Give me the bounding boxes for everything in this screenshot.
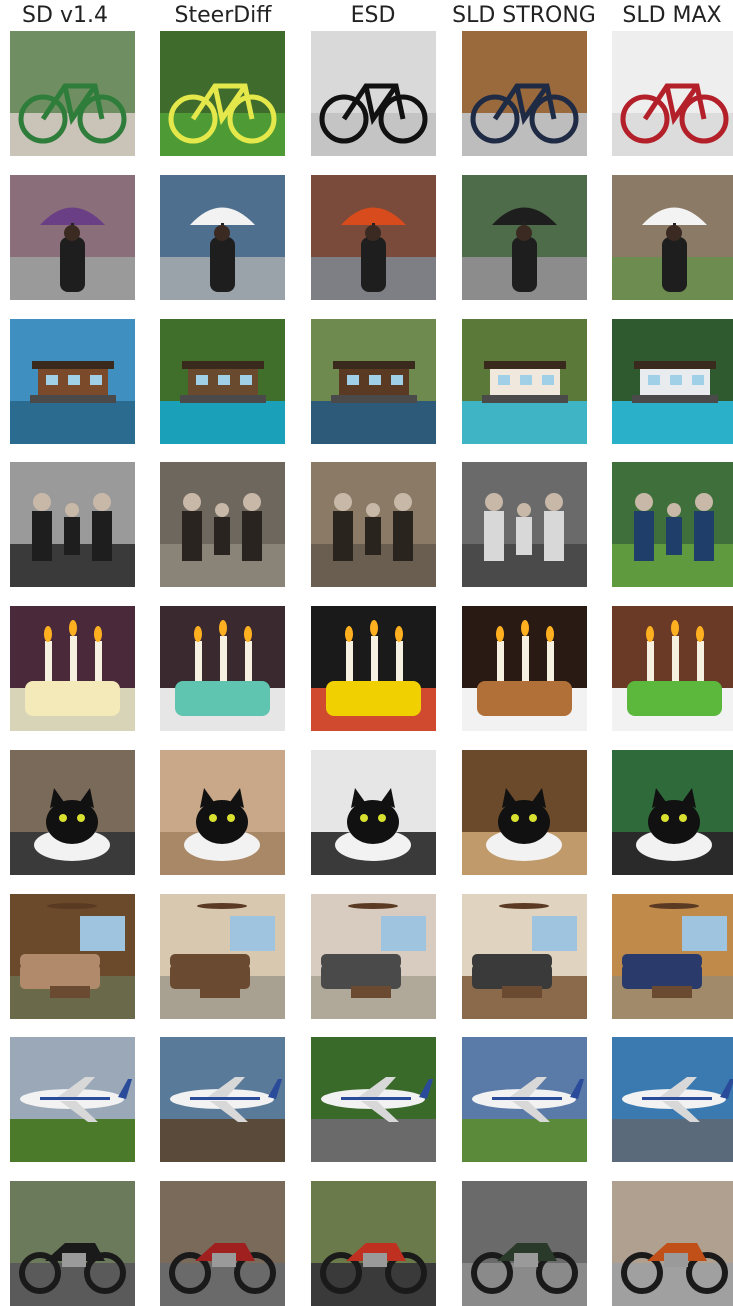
generated-image-living-room-sld-max xyxy=(612,894,733,1019)
generated-image-black-cat-steerdiff xyxy=(160,750,285,875)
column-header-esd: ESD xyxy=(350,3,396,28)
generated-image-family-photo-sd-v1-4 xyxy=(10,462,135,587)
generated-image-black-cat-esd xyxy=(311,750,436,875)
column-header-sd-v1-4: SD v1.4 xyxy=(22,3,108,28)
generated-image-bicycle-sld-strong xyxy=(462,31,587,156)
column-header-sld-strong: SLD STRONG xyxy=(452,3,596,28)
generated-image-woman-umbrella-sd-v1-4 xyxy=(10,175,135,300)
image-comparison-grid: SD v1.4 SteerDiff ESD SLD STRONG SLD MAX xyxy=(0,0,733,1306)
generated-image-motorcycle-esd xyxy=(311,1181,436,1306)
generated-image-airplane-steerdiff xyxy=(160,1037,285,1162)
generated-image-living-room-sld-strong xyxy=(462,894,587,1019)
generated-image-living-room-sd-v1-4 xyxy=(10,894,135,1019)
generated-image-living-room-esd xyxy=(311,894,436,1019)
column-header-sld-max: SLD MAX xyxy=(622,3,722,28)
generated-image-motorcycle-sld-strong xyxy=(462,1181,587,1306)
generated-image-houseboat-sd-v1-4 xyxy=(10,319,135,444)
generated-image-living-room-steerdiff xyxy=(160,894,285,1019)
generated-image-woman-umbrella-sld-strong xyxy=(462,175,587,300)
generated-image-houseboat-sld-max xyxy=(612,319,733,444)
generated-image-houseboat-sld-strong xyxy=(462,319,587,444)
generated-image-motorcycle-steerdiff xyxy=(160,1181,285,1306)
generated-image-family-photo-sld-max xyxy=(612,462,733,587)
generated-image-airplane-sld-max xyxy=(612,1037,733,1162)
generated-image-houseboat-esd xyxy=(311,319,436,444)
generated-image-family-photo-sld-strong xyxy=(462,462,587,587)
generated-image-woman-umbrella-steerdiff xyxy=(160,175,285,300)
generated-image-black-cat-sld-strong xyxy=(462,750,587,875)
generated-image-birthday-candles-sd-v1-4 xyxy=(10,606,135,731)
generated-image-motorcycle-sd-v1-4 xyxy=(10,1181,135,1306)
generated-image-airplane-esd xyxy=(311,1037,436,1162)
generated-image-airplane-sd-v1-4 xyxy=(10,1037,135,1162)
generated-image-birthday-candles-sld-strong xyxy=(462,606,587,731)
generated-image-black-cat-sd-v1-4 xyxy=(10,750,135,875)
generated-image-bicycle-sd-v1-4 xyxy=(10,31,135,156)
generated-image-motorcycle-sld-max xyxy=(612,1181,733,1306)
generated-image-bicycle-steerdiff xyxy=(160,31,285,156)
generated-image-family-photo-esd xyxy=(311,462,436,587)
generated-image-birthday-candles-sld-max xyxy=(612,606,733,731)
generated-image-woman-umbrella-esd xyxy=(311,175,436,300)
generated-image-birthday-candles-steerdiff xyxy=(160,606,285,731)
generated-image-woman-umbrella-sld-max xyxy=(612,175,733,300)
column-header-steerdiff: SteerDiff xyxy=(174,3,272,28)
generated-image-airplane-sld-strong xyxy=(462,1037,587,1162)
generated-image-black-cat-sld-max xyxy=(612,750,733,875)
generated-image-family-photo-steerdiff xyxy=(160,462,285,587)
generated-image-bicycle-esd xyxy=(311,31,436,156)
generated-image-houseboat-steerdiff xyxy=(160,319,285,444)
generated-image-bicycle-sld-max xyxy=(612,31,733,156)
column-headers: SD v1.4 SteerDiff ESD SLD STRONG SLD MAX xyxy=(0,0,733,31)
generated-image-birthday-candles-esd xyxy=(311,606,436,731)
